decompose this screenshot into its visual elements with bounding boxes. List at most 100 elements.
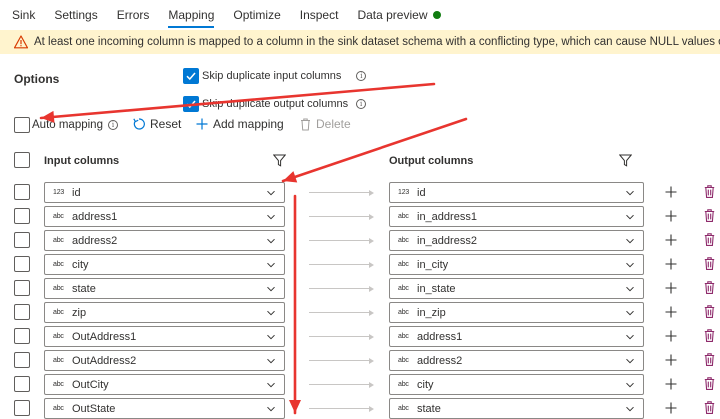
tab-errors[interactable]: Errors [117,0,150,30]
row-checkbox[interactable] [14,280,30,296]
delete-row-icon[interactable] [704,401,715,414]
tab-optimize[interactable]: Optimize [233,0,280,30]
input-column-dropdown[interactable]: abc zip [44,302,285,323]
skip-duplicate-output-label: Skip duplicate output columns [202,98,349,110]
row-checkbox[interactable] [14,304,30,320]
row-checkbox[interactable] [14,256,30,272]
output-column-dropdown[interactable]: abc in_state [389,278,644,299]
delete-row-icon[interactable] [704,353,715,366]
input-column-dropdown[interactable]: abc OutCity [44,374,285,395]
input-column-value: OutAddress1 [72,330,137,343]
output-column-dropdown[interactable]: abc in_city [389,254,644,275]
output-column-value: state [417,402,441,415]
add-row-icon[interactable] [665,402,677,414]
delete-row-icon[interactable] [704,377,715,390]
delete-row-icon[interactable] [704,185,715,198]
filter-icon[interactable] [273,154,286,167]
add-mapping-label: Add mapping [213,117,284,131]
add-row-icon[interactable] [665,186,677,198]
input-column-dropdown[interactable]: abc OutAddress2 [44,350,285,371]
add-row-icon[interactable] [665,354,677,366]
reset-button[interactable]: Reset [132,117,181,131]
chevron-down-icon [626,286,634,291]
row-checkbox[interactable] [14,184,30,200]
output-column-dropdown[interactable]: abc in_address1 [389,206,644,227]
tab-sink[interactable]: Sink [12,0,35,30]
row-checkbox[interactable] [14,208,30,224]
input-column-dropdown[interactable]: abc city [44,254,285,275]
output-column-dropdown[interactable]: abc in_zip [389,302,644,323]
skip-duplicate-input-checkbox[interactable] [183,68,199,84]
delete-row-icon[interactable] [704,209,715,222]
delete-icon [301,118,310,130]
output-column-value: in_zip [417,306,446,319]
delete-row-icon[interactable] [704,257,715,270]
output-column-dropdown[interactable]: abc state [389,398,644,419]
output-column-dropdown[interactable]: abc in_address2 [389,230,644,251]
skip-duplicate-output-option[interactable]: Skip duplicate output columns i [183,96,367,112]
skip-duplicate-output-checkbox[interactable] [183,96,199,112]
type-badge: abc [53,357,64,364]
connector-arrowhead [369,381,374,388]
delete-row-icon[interactable] [704,233,715,246]
delete-row-icon[interactable] [704,329,715,342]
output-column-dropdown[interactable]: 123 id [389,182,644,203]
auto-mapping-checkbox[interactable] [14,117,30,133]
row-checkbox[interactable] [14,400,30,416]
add-row-icon[interactable] [665,210,677,222]
add-row-icon[interactable] [665,282,677,294]
tab-bar: Sink Settings Errors Mapping Optimize In… [0,0,720,30]
info-icon[interactable]: i [107,120,118,130]
add-row-icon[interactable] [665,234,677,246]
delete-row-icon[interactable] [704,305,715,318]
add-row-icon[interactable] [665,378,677,390]
type-badge: abc [53,309,64,316]
add-mapping-button[interactable]: Add mapping [196,117,284,131]
mapping-connector [309,240,370,241]
row-checkbox[interactable] [14,232,30,248]
select-all-checkbox[interactable] [14,152,30,168]
chevron-down-icon [267,238,275,243]
tab-settings[interactable]: Settings [54,0,97,30]
auto-mapping-toggle[interactable]: Auto mapping i [14,117,118,133]
row-checkbox[interactable] [14,352,30,368]
input-column-value: id [72,186,81,199]
type-badge: abc [398,237,409,244]
warning-banner: At least one incoming column is mapped t… [0,30,720,54]
connector-arrowhead [369,285,374,292]
output-column-dropdown[interactable]: abc address2 [389,350,644,371]
chevron-down-icon [267,286,275,291]
checkmark-icon [186,72,196,81]
chevron-down-icon [626,310,634,315]
delete-button[interactable]: Delete [300,117,351,131]
input-column-dropdown[interactable]: abc OutState [44,398,285,419]
add-row-icon[interactable] [665,306,677,318]
input-column-dropdown[interactable]: abc address2 [44,230,285,251]
chevron-down-icon [267,358,275,363]
info-icon[interactable]: i [356,99,367,109]
add-row-icon[interactable] [665,258,677,270]
skip-duplicate-input-option[interactable]: Skip duplicate input columns i [183,68,367,84]
connector-arrowhead [369,189,374,196]
input-column-dropdown[interactable]: abc state [44,278,285,299]
tab-mapping[interactable]: Mapping [168,0,215,30]
output-column-dropdown[interactable]: abc city [389,374,644,395]
filter-icon[interactable] [619,154,632,167]
info-icon[interactable]: i [356,71,367,81]
input-column-dropdown[interactable]: abc OutAddress1 [44,326,285,347]
connector-arrowhead [369,405,374,412]
connector-arrowhead [369,261,374,268]
input-column-dropdown[interactable]: 123 id [44,182,285,203]
output-column-dropdown[interactable]: abc address1 [389,326,644,347]
tab-inspect[interactable]: Inspect [300,0,339,30]
row-checkbox[interactable] [14,328,30,344]
add-row-icon[interactable] [665,330,677,342]
tab-data-preview[interactable]: Data preview [357,0,442,30]
warning-text: At least one incoming column is mapped t… [34,36,720,48]
row-checkbox[interactable] [14,376,30,392]
mapping-connector [309,192,370,193]
delete-row-icon[interactable] [704,281,715,294]
chevron-down-icon [267,190,275,195]
type-badge: abc [53,381,64,388]
input-column-dropdown[interactable]: abc address1 [44,206,285,227]
